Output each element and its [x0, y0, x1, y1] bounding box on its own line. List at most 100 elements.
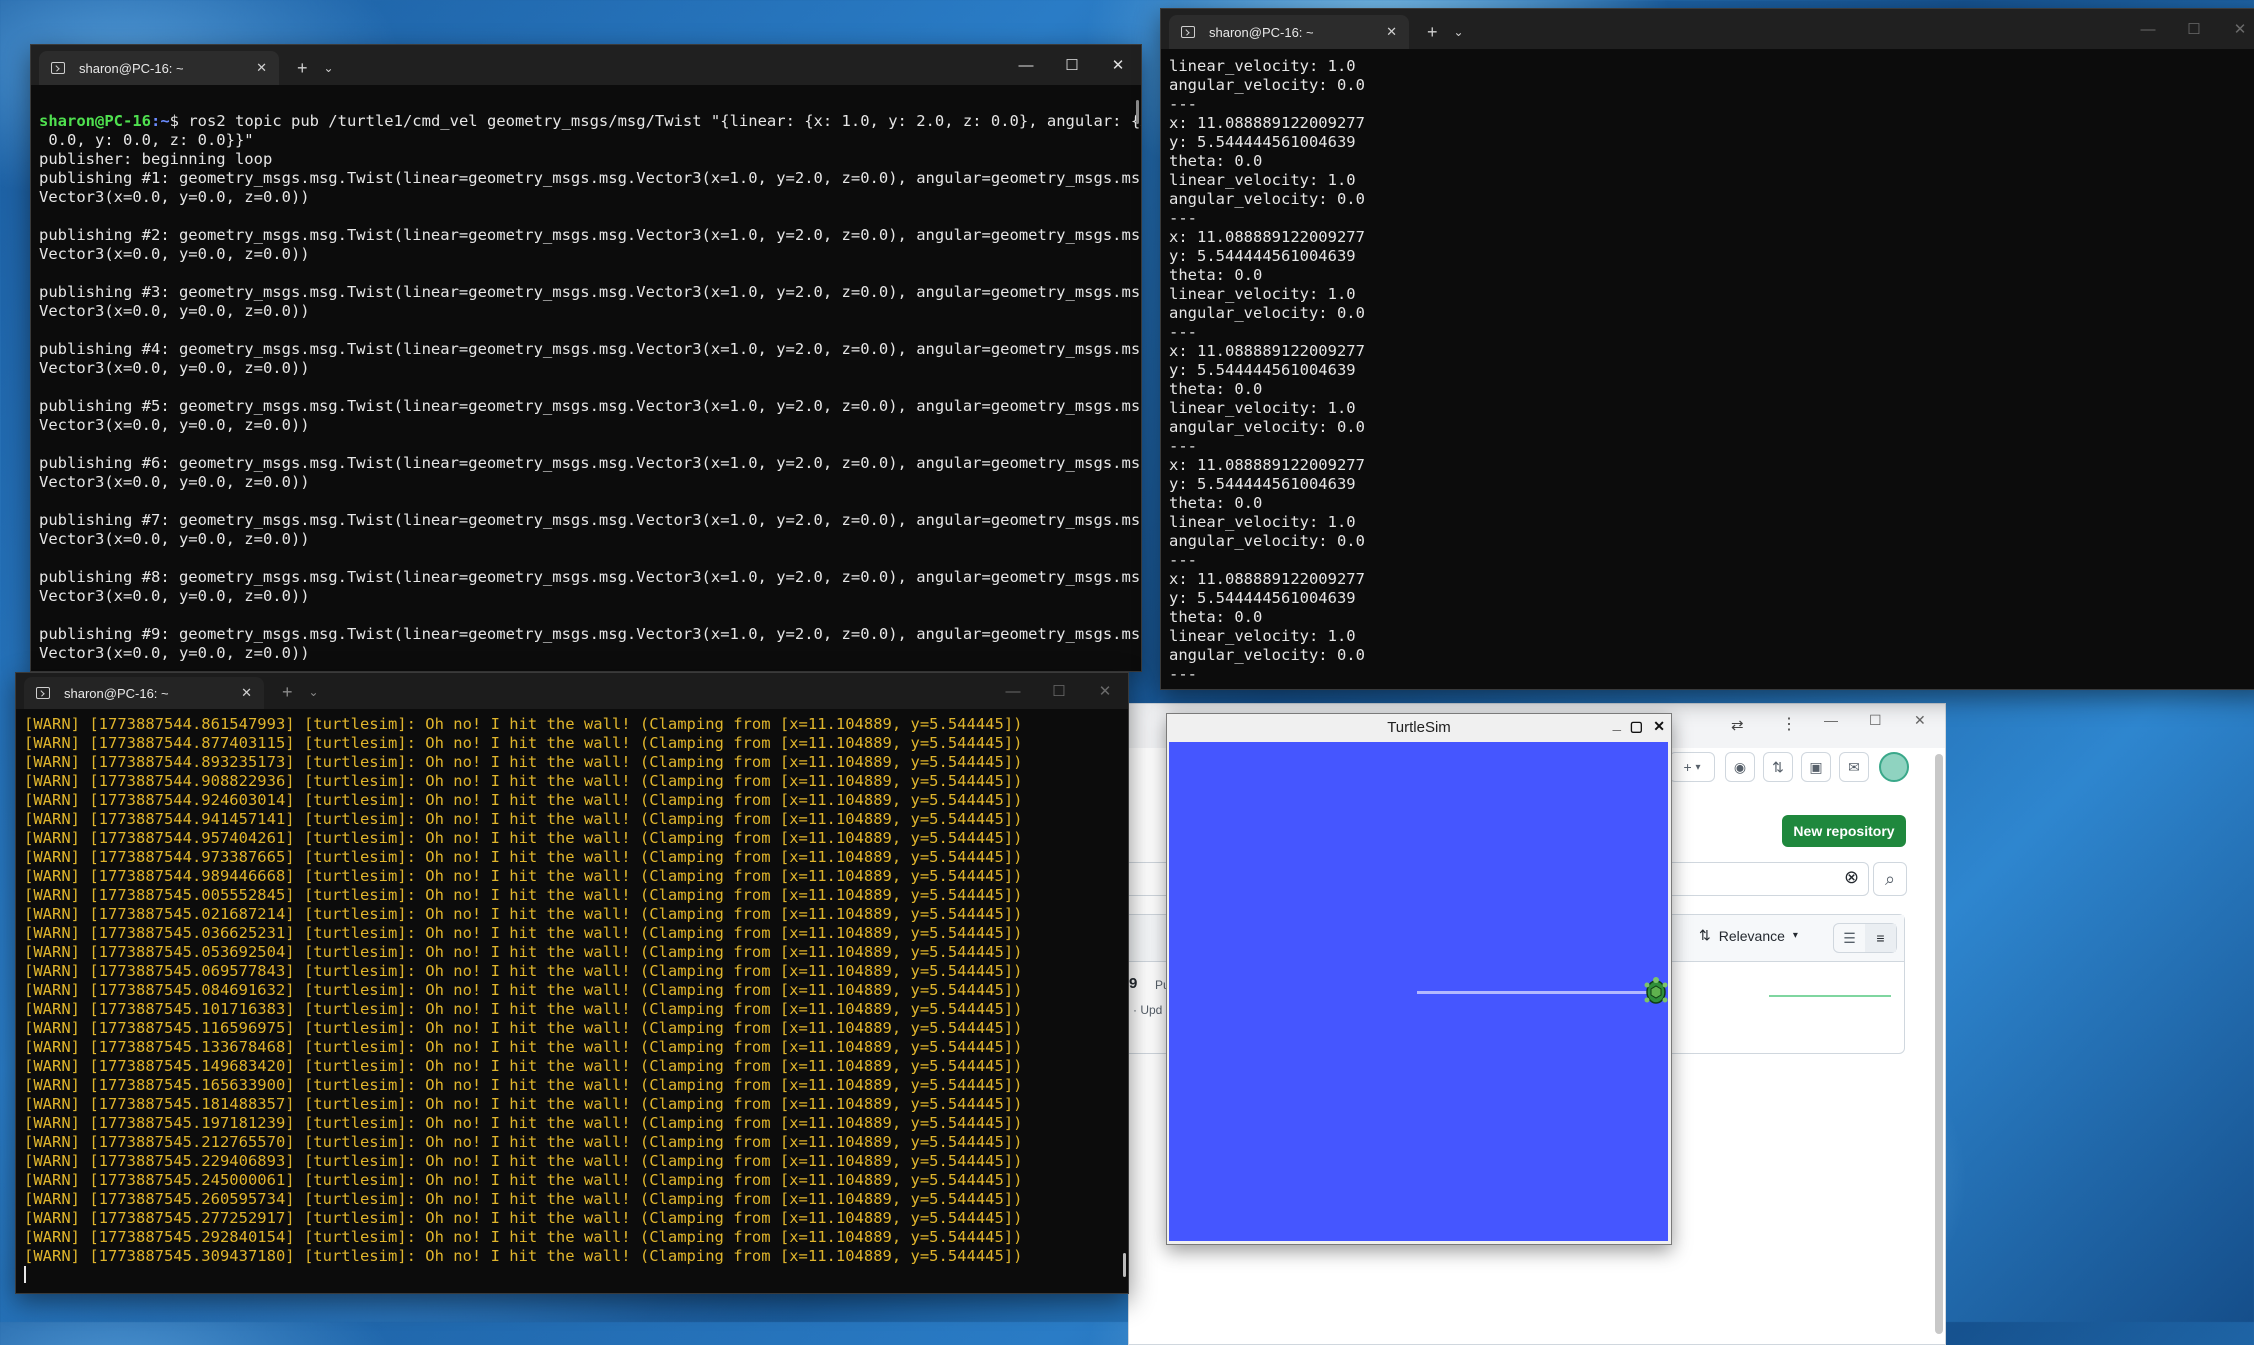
- minimize-button[interactable]: —: [2125, 21, 2171, 38]
- publish-entry: publishing #5: geometry_msgs.msg.Twist(l…: [39, 397, 1142, 434]
- sort-icon: ⇅: [1699, 927, 1711, 943]
- menu-dots-icon[interactable]: ⋮: [1781, 714, 1797, 734]
- avatar[interactable]: [1879, 752, 1909, 782]
- echo-line: linear_velocity: 1.0: [1169, 285, 1356, 303]
- browser-maximize-button[interactable]: ☐: [1869, 712, 1882, 729]
- sort-caret-icon: ▾: [1792, 930, 1798, 941]
- echo-line: y: 5.544444561004639: [1169, 589, 1356, 607]
- tab-close-icon[interactable]: ✕: [1386, 24, 1397, 40]
- input-line[interactable]: [24, 1266, 1120, 1285]
- publisher-status: publisher: beginning loop: [39, 150, 273, 168]
- prompt-path: :~: [150, 112, 170, 130]
- tab-dropdown-icon[interactable]: ⌄: [309, 675, 319, 709]
- warn-log-line: [WARN] [1773887545.084691632] [turtlesim…: [24, 981, 1023, 999]
- publish-entry: publishing #3: geometry_msgs.msg.Twist(l…: [39, 283, 1142, 320]
- close-button[interactable]: ✕: [1082, 682, 1128, 700]
- warn-log-line: [WARN] [1773887545.149683420] [turtlesim…: [24, 1057, 1023, 1075]
- pull-requests-icon[interactable]: ⇅: [1763, 752, 1793, 782]
- warn-log-line: [WARN] [1773887545.292840154] [turtlesim…: [24, 1228, 1023, 1246]
- close-button[interactable]: ✕: [1095, 56, 1141, 74]
- echo-line: theta: 0.0: [1169, 152, 1263, 170]
- tab-title: sharon@PC-16: ~: [1209, 24, 1314, 40]
- echo-line: y: 5.544444561004639: [1169, 361, 1356, 379]
- tab-dropdown-icon[interactable]: ⌄: [1454, 15, 1464, 49]
- card-view-icon[interactable]: ☰: [1834, 924, 1865, 952]
- sort-dropdown[interactable]: ⇅ Relevance ▾: [1699, 927, 1798, 944]
- publish-list: publishing #1: geometry_msgs.msg.Twist(l…: [39, 169, 1142, 663]
- echo-line: y: 5.544444561004639: [1169, 475, 1356, 493]
- echo-line: theta: 0.0: [1169, 608, 1263, 626]
- window-controls: — ☐ ✕: [2125, 9, 2254, 49]
- echo-line: linear_velocity: 1.0: [1169, 627, 1356, 645]
- turtlesim-minimize-button[interactable]: _: [1613, 716, 1621, 733]
- clear-search-icon[interactable]: ⊗: [1844, 867, 1859, 888]
- close-button[interactable]: ✕: [2217, 20, 2254, 38]
- terminal-icon: [36, 687, 50, 699]
- warn-log-line: [WARN] [1773887544.877403115] [turtlesim…: [24, 734, 1023, 752]
- new-tab-button[interactable]: +: [1427, 15, 1438, 49]
- echo-line: x: 11.088889122009277: [1169, 570, 1365, 588]
- publish-entry: publishing #7: geometry_msgs.msg.Twist(l…: [39, 511, 1142, 548]
- terminal-output[interactable]: linear_velocity: 1.0 angular_velocity: 0.…: [1161, 57, 2254, 689]
- turtlesim-maximize-button[interactable]: ▢: [1630, 718, 1643, 735]
- search-button[interactable]: ⌕: [1873, 862, 1907, 896]
- terminal-output[interactable]: [WARN] [1773887544.861547993] [turtlesim…: [16, 715, 1128, 1293]
- browser-close-button[interactable]: ✕: [1914, 712, 1926, 729]
- warn-log-line: [WARN] [1773887545.245000061] [turtlesim…: [24, 1171, 1023, 1189]
- issues-icon[interactable]: ◉: [1725, 752, 1755, 782]
- terminal-tab[interactable]: sharon@PC-16: ~ ✕: [39, 51, 279, 85]
- inbox-icon[interactable]: ✉: [1839, 752, 1869, 782]
- sort-label: Relevance: [1718, 927, 1785, 944]
- warn-log-line: [WARN] [1773887545.277252917] [turtlesim…: [24, 1209, 1023, 1227]
- echo-line: angular_velocity: 0.0: [1169, 418, 1365, 436]
- minimize-button[interactable]: —: [990, 683, 1036, 700]
- echo-line: ---: [1169, 665, 1197, 683]
- publish-entry: publishing #6: geometry_msgs.msg.Twist(l…: [39, 454, 1142, 491]
- browser-minimize-button[interactable]: —: [1824, 712, 1838, 728]
- publish-entry: publishing #8: geometry_msgs.msg.Twist(l…: [39, 568, 1142, 605]
- new-tab-button[interactable]: +: [282, 675, 293, 709]
- partial-result-updated: · Upd: [1133, 1003, 1163, 1017]
- repos-icon[interactable]: ▣: [1801, 752, 1831, 782]
- warn-log-line: [WARN] [1773887544.957404261] [turtlesim…: [24, 829, 1023, 847]
- maximize-button[interactable]: ☐: [1049, 56, 1095, 74]
- command-text: ros2 topic pub /turtle1/cmd_vel geometry…: [179, 112, 1142, 130]
- view-toggle[interactable]: ☰ ≡: [1833, 923, 1897, 953]
- warn-log-line: [WARN] [1773887544.908822936] [turtlesim…: [24, 772, 1023, 790]
- terminal-tab[interactable]: sharon@PC-16: ~ ✕: [24, 677, 264, 709]
- terminal-icon: [51, 62, 65, 74]
- echo-line: linear_velocity: 1.0: [1169, 399, 1356, 417]
- tab-close-icon[interactable]: ✕: [241, 685, 252, 701]
- plus-icon: +: [1683, 759, 1692, 775]
- list-view-icon[interactable]: ≡: [1865, 924, 1896, 952]
- echo-line: linear_velocity: 1.0: [1169, 513, 1356, 531]
- terminal-scrollbar[interactable]: [1136, 100, 1139, 124]
- echo-line: x: 11.088889122009277: [1169, 342, 1365, 360]
- publish-entry: publishing #1: geometry_msgs.msg.Twist(l…: [39, 169, 1142, 206]
- publish-entry: publishing #2: geometry_msgs.msg.Twist(l…: [39, 226, 1142, 263]
- new-repository-button[interactable]: New repository: [1782, 815, 1906, 847]
- echo-line: y: 5.544444561004639: [1169, 133, 1356, 151]
- echo-line: angular_velocity: 0.0: [1169, 76, 1365, 94]
- maximize-button[interactable]: ☐: [1036, 682, 1082, 700]
- warn-log-line: [WARN] [1773887545.069577843] [turtlesim…: [24, 962, 1023, 980]
- tab-close-icon[interactable]: ✕: [256, 60, 267, 76]
- new-tab-button[interactable]: +: [297, 51, 308, 85]
- browser-scrollbar[interactable]: [1935, 754, 1943, 1334]
- tab-dropdown-icon[interactable]: ⌄: [324, 51, 334, 85]
- warn-log-line: [WARN] [1773887544.973387665] [turtlesim…: [24, 848, 1023, 866]
- warn-log-line: [WARN] [1773887545.229406893] [turtlesim…: [24, 1152, 1023, 1170]
- maximize-button[interactable]: ☐: [2171, 20, 2217, 38]
- translate-icon[interactable]: ⇄: [1731, 716, 1744, 734]
- warn-log-line: [WARN] [1773887545.053692504] [turtlesim…: [24, 943, 1023, 961]
- echo-line: ---: [1169, 95, 1197, 113]
- terminal-tab[interactable]: sharon@PC-16: ~ ✕: [1169, 15, 1409, 49]
- warn-log-line: [WARN] [1773887545.101716383] [turtlesim…: [24, 1000, 1023, 1018]
- warn-log-line: [WARN] [1773887544.941457141] [turtlesim…: [24, 810, 1023, 828]
- turtle-icon: [1644, 977, 1668, 1004]
- terminal-scrollbar[interactable]: [1123, 1253, 1126, 1277]
- terminal-output[interactable]: sharon@PC-16:~$ ros2 topic pub /turtle1/…: [31, 93, 1141, 671]
- minimize-button[interactable]: —: [1003, 57, 1049, 74]
- turtlesim-close-button[interactable]: ✕: [1653, 718, 1665, 735]
- create-new-button[interactable]: + ▾: [1669, 752, 1715, 782]
